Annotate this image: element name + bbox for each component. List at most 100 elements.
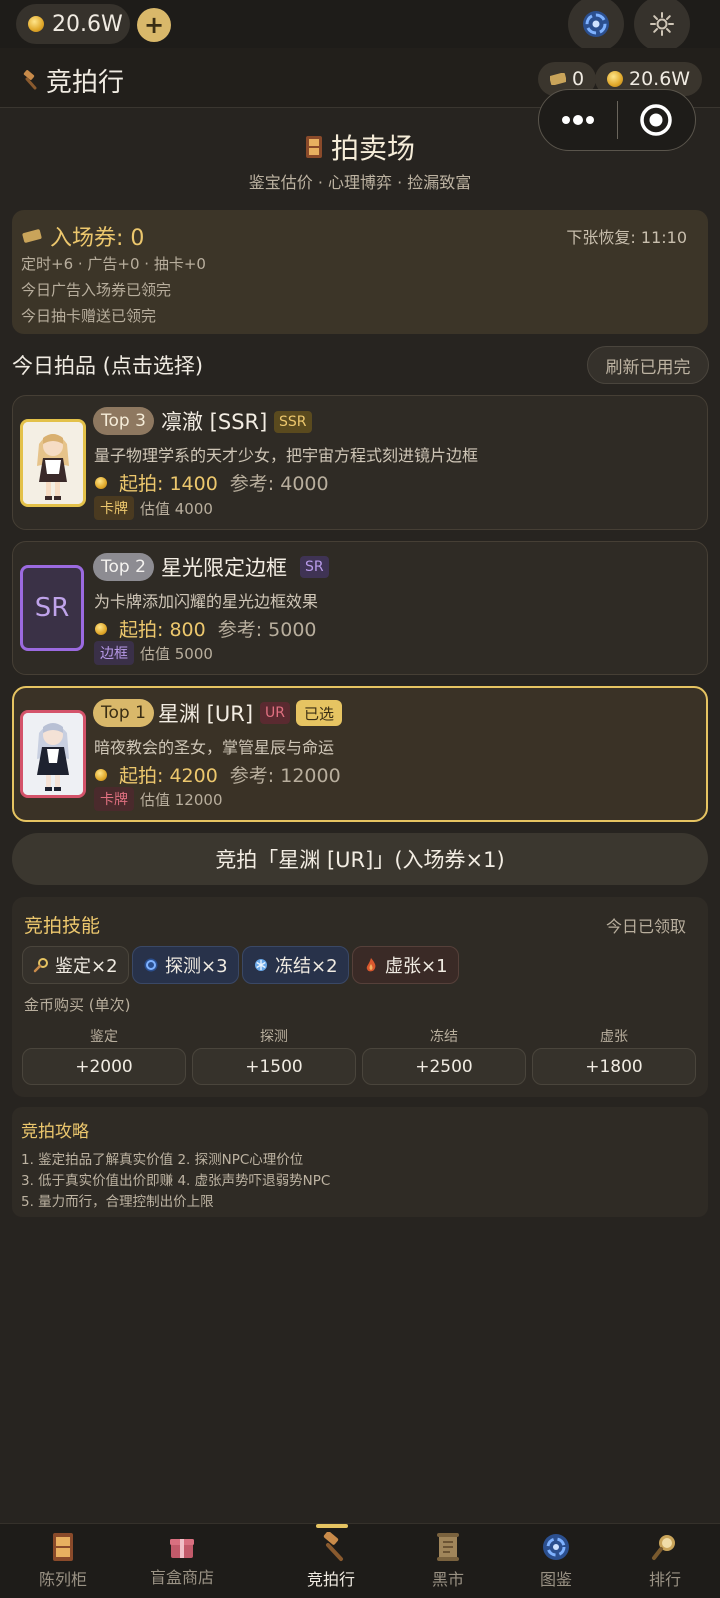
hero-subtitle: 鉴宝估价 · 心理博弈 · 捡漏致富 — [248, 173, 472, 192]
ticket-ad-status: 今日广告入场券已领完 — [21, 281, 172, 299]
rarity-badge: SSR — [274, 411, 312, 433]
ticket-title: 入场券: 0 — [50, 226, 145, 251]
nav-label: 盲盒商店 — [149, 1568, 214, 1587]
refresh-button[interactable]: 刷新已用完 — [587, 346, 709, 384]
nav-label: 图鉴 — [539, 1570, 572, 1589]
rarity-badge: UR — [260, 702, 290, 724]
ticket-sources: 定时+6 · 广告+0 · 抽卡+0 — [21, 255, 206, 273]
price-row: 起拍: 4200 参考: 12000 — [95, 761, 341, 788]
skills-title: 竞拍技能 — [24, 915, 101, 937]
display-cabinet-icon — [53, 1533, 73, 1561]
flame-icon — [366, 958, 376, 972]
gavel-icon — [23, 70, 37, 90]
display-cabinet-icon — [305, 136, 322, 158]
add-coins-button[interactable]: + — [137, 8, 171, 42]
header-coin-value: 20.6W — [629, 68, 691, 90]
snowflake-icon — [255, 959, 267, 971]
category-tag: 卡牌 — [94, 496, 134, 520]
item-name: 星渊 [UR] — [158, 702, 254, 726]
reference-price: 参考: 12000 — [229, 765, 341, 787]
ticket-icon — [22, 229, 42, 243]
radar-icon — [144, 958, 158, 972]
coin-icon — [95, 768, 107, 781]
ticket-title-row: 入场券: 0 — [22, 220, 144, 252]
item-name: 凛澈 [SSR] — [161, 410, 268, 434]
skill-chip-appraise[interactable]: 鉴定×2 — [22, 946, 129, 984]
rank-badge: Top 2 — [93, 553, 154, 581]
items-section-title: 今日拍品 (点击选择) — [12, 354, 204, 378]
ticket-count-value: 0 — [572, 68, 585, 90]
tips-line: 5. 量力而行，合理控制出价上限 — [21, 1194, 214, 1210]
buy-label-probe: 探测 — [260, 1029, 288, 1045]
hero-title: 拍卖场 — [330, 132, 415, 165]
rarity-badge: SR — [300, 556, 329, 578]
tips-line: 1. 鉴定拍品了解真实价值 2. 探测NPC心理价位 — [21, 1152, 304, 1168]
buy-probe-button[interactable]: +1500 — [192, 1048, 356, 1085]
nav-label: 竞拍行 — [306, 1570, 355, 1589]
coin-icon — [607, 71, 623, 87]
price-row: 起拍: 800 参考: 5000 — [95, 615, 317, 642]
tips-line: 3. 低于真实价值出价即赚 4. 虚张声势吓退弱势NPC — [21, 1173, 331, 1189]
item-thumbnail — [20, 419, 86, 507]
ticket-draw-status: 今日抽卡赠送已领完 — [21, 307, 157, 325]
skill-chip-label: 冻结×2 — [275, 956, 338, 977]
ticket-icon — [550, 73, 566, 85]
skill-chip-probe[interactable]: 探测×3 — [132, 946, 239, 984]
buy-label-appraise: 鉴定 — [90, 1029, 118, 1045]
estimated-value: 估值 4000 — [140, 500, 213, 518]
nav-label: 陈列柜 — [38, 1570, 87, 1589]
gavel-icon — [323, 1532, 343, 1561]
vortex-icon — [583, 11, 609, 37]
nav-item-ranking[interactable]: 排行 — [610, 1526, 720, 1596]
coin-icon — [95, 622, 107, 635]
magnifier-icon — [652, 1535, 675, 1560]
hero-heading: 拍卖场 — [0, 127, 720, 167]
skill-chip-freeze[interactable]: 冻结×2 — [242, 946, 349, 984]
item-description: 量子物理学系的天才少女，把宇宙方程式刻进镜片边框 — [94, 446, 479, 465]
coin-balance: 20.6W — [16, 4, 130, 44]
reference-price: 参考: 5000 — [217, 619, 317, 641]
gift-box-icon — [170, 1539, 194, 1558]
page-title: 竞拍行 — [46, 68, 125, 98]
category-tag: 卡牌 — [94, 787, 134, 811]
start-price: 起拍: 4200 — [119, 765, 218, 787]
gear-icon — [650, 12, 674, 36]
item-description: 暗夜教会的圣女，掌管星辰与命运 — [94, 738, 335, 757]
scroll-icon — [437, 1533, 459, 1561]
nav-item-collection[interactable]: 图鉴 — [501, 1526, 611, 1596]
buy-section-title: 金币购买 (单次) — [24, 996, 131, 1014]
magnifier-icon — [33, 958, 48, 973]
nav-item-display-case[interactable]: 陈列柜 — [8, 1526, 118, 1596]
rank-badge: Top 3 — [93, 407, 154, 435]
character-portrait — [23, 713, 83, 795]
nav-item-black-market[interactable]: 黑市 — [393, 1526, 503, 1596]
more-dots-icon — [561, 115, 594, 125]
item-description: 为卡牌添加闪耀的星光边框效果 — [94, 592, 319, 611]
coin-icon — [28, 16, 44, 32]
buy-bluff-button[interactable]: +1800 — [532, 1048, 696, 1085]
buy-appraise-button[interactable]: +2000 — [22, 1048, 186, 1085]
skill-chip-bluff[interactable]: 虚张×1 — [352, 946, 459, 984]
start-price: 起拍: 800 — [119, 619, 206, 641]
buy-label-bluff: 虚张 — [600, 1029, 628, 1045]
buy-label-freeze: 冻结 — [430, 1029, 458, 1045]
price-row: 起拍: 1400 参考: 4000 — [95, 469, 329, 496]
buy-freeze-button[interactable]: +2500 — [362, 1048, 526, 1085]
bid-button[interactable]: 竞拍「星渊 [UR]」(入场券×1) — [12, 833, 708, 885]
nav-item-auction[interactable]: 竞拍行 — [276, 1526, 386, 1596]
character-portrait — [23, 422, 83, 504]
skill-chip-label: 探测×3 — [165, 956, 228, 977]
coin-icon — [95, 476, 107, 489]
ticket-recover-timer: 下张恢复: 11:10 — [566, 228, 687, 247]
rank-badge: Top 1 — [93, 699, 154, 727]
reference-price: 参考: 4000 — [229, 473, 329, 495]
tips-title: 竞拍攻略 — [21, 1122, 89, 1142]
nav-label: 排行 — [648, 1570, 681, 1589]
estimated-value: 估值 12000 — [140, 791, 223, 809]
item-thumbnail: SR — [20, 565, 84, 651]
nav-item-blindbox-shop[interactable]: 盲盒商店 — [127, 1526, 237, 1596]
item-name: 星光限定边框 — [161, 556, 287, 580]
coin-balance-value: 20.6W — [52, 11, 123, 37]
estimated-value: 估值 5000 — [140, 645, 213, 663]
skill-chip-label: 鉴定×2 — [55, 956, 118, 977]
